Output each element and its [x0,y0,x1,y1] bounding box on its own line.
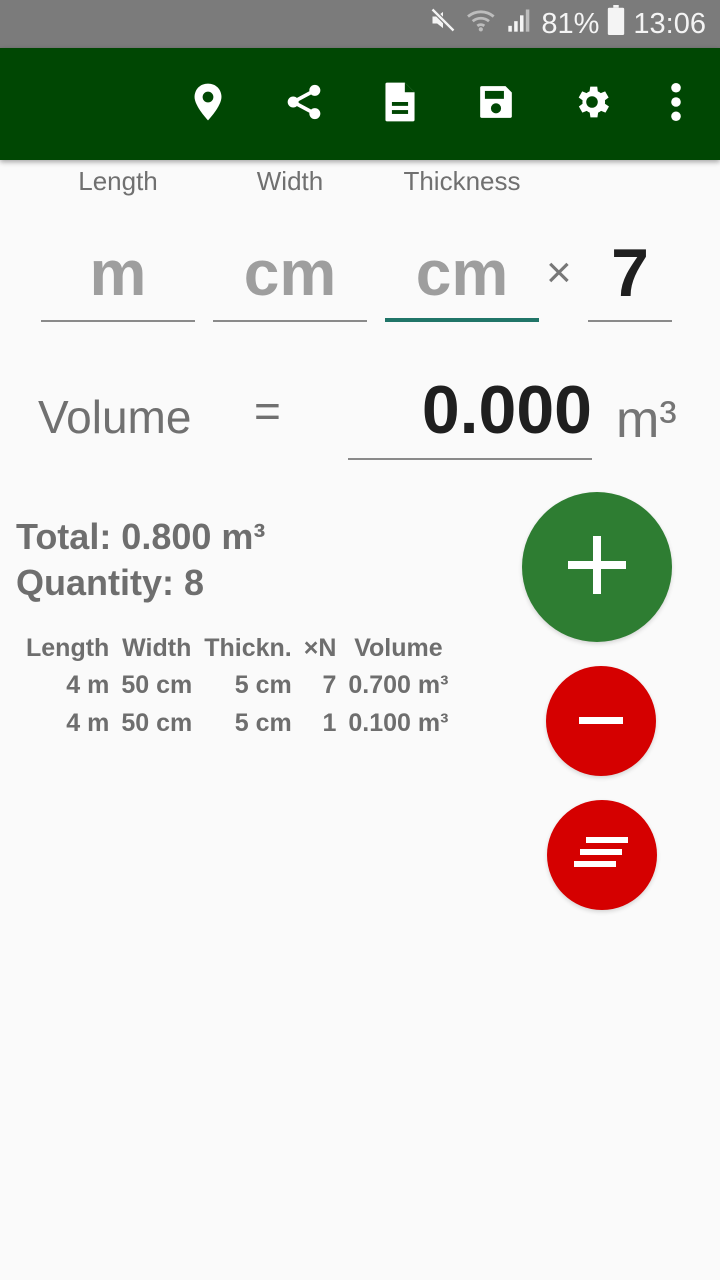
save-button[interactable] [468,76,524,132]
document-button[interactable] [372,76,428,132]
length-label: Length [78,166,158,196]
location-pin-icon [191,82,225,127]
thickness-input[interactable]: cm [385,230,539,322]
clear-list-icon [574,836,630,874]
width-placeholder: cm [243,237,337,309]
width-label: Width [256,166,324,196]
thickness-placeholder: cm [415,237,509,309]
multiply-sign: × [546,248,572,297]
status-bar: 81% 13:06 [0,0,720,48]
share-button[interactable] [276,76,332,132]
header-thickness: Thickn. [204,633,292,662]
add-button[interactable] [522,492,672,642]
total-text: Total: 0.800 m³ [16,516,266,557]
more-options-button[interactable] [648,76,704,132]
document-icon [383,81,417,128]
width-input[interactable]: cm [213,230,367,322]
cell-thickness: 5 cm [234,670,292,699]
settings-button[interactable] [564,76,620,132]
table-header-row: Length Width Thickn. ×N Volume [20,630,454,666]
cell-width: 50 cm [121,670,193,699]
entries-table: Length Width Thickn. ×N Volume 4 m 50 cm… [20,630,454,742]
volume-label: Volume [38,391,192,443]
clock: 13:06 [633,7,706,40]
equals-sign: = [254,385,281,437]
plus-icon [568,535,626,599]
mute-icon [429,6,457,42]
header-width: Width [122,633,192,662]
app-toolbar [0,48,720,160]
cell-thickness: 5 cm [234,708,292,737]
table-row[interactable]: 4 m 50 cm 5 cm 1 0.100 m³ [20,704,454,742]
save-icon [477,83,515,126]
volume-value: 0.000 [348,368,592,460]
share-icon [284,82,324,127]
quantity-input[interactable]: 7 [588,230,672,322]
cell-length: 4 m [66,670,110,699]
battery-icon [607,5,625,43]
gear-icon [571,81,613,128]
remove-button[interactable] [546,666,656,776]
header-count: ×N [303,633,337,662]
minus-icon [579,712,623,730]
battery-percent: 81% [541,7,600,40]
cell-volume: 0.700 m³ [348,670,449,699]
more-vert-icon [670,82,682,127]
quantity-text: Quantity: 8 [16,562,205,603]
header-volume: Volume [354,633,443,662]
thickness-label: Thickness [403,166,521,196]
cell-width: 50 cm [121,708,193,737]
length-placeholder: m [89,237,147,309]
cell-count: 7 [322,670,337,699]
table-row[interactable]: 4 m 50 cm 5 cm 7 0.700 m³ [20,666,454,704]
cell-count: 1 [322,708,337,737]
location-button[interactable] [180,76,236,132]
volume-unit: m³ [616,391,677,449]
cell-volume: 0.100 m³ [348,708,449,737]
cell-length: 4 m [66,708,110,737]
header-length: Length [26,633,110,662]
signal-icon [507,6,533,42]
length-input[interactable]: m [41,230,195,322]
clear-button[interactable] [547,800,657,910]
wifi-icon [465,6,499,42]
